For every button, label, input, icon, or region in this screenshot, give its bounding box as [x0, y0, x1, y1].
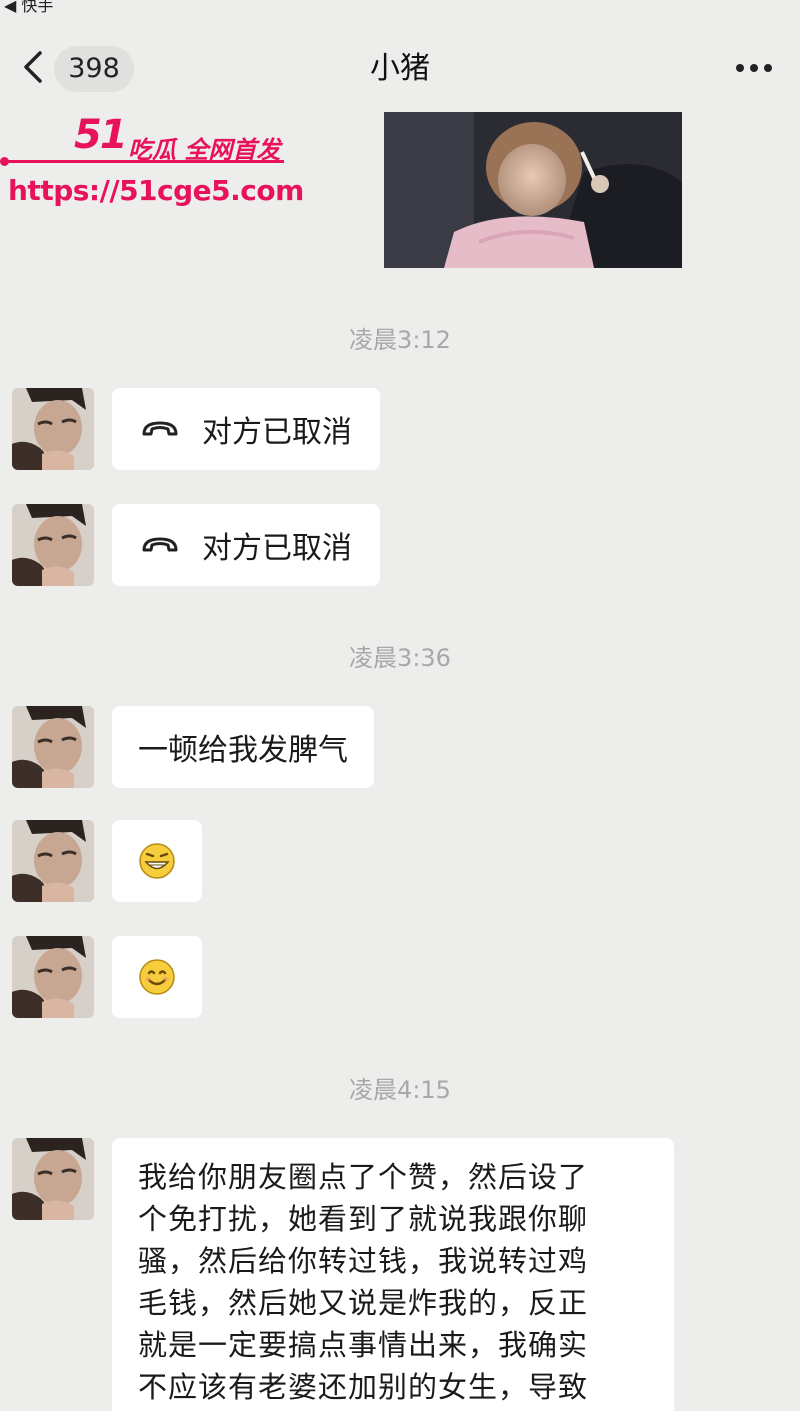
watermark-line: [4, 160, 284, 163]
message-line: 不应该有老婆还加别的女生，导致: [138, 1370, 589, 1404]
child-photo: [384, 112, 682, 268]
long-message-bubble[interactable]: 我给你朋友圈点了个赞，然后设了 个免打扰，她看到了就说我跟你聊 骚，然后给你转过…: [112, 1138, 674, 1411]
avatar[interactable]: [12, 820, 94, 902]
emoji-message-bubble[interactable]: [112, 936, 202, 1018]
avatar-photo: [12, 936, 94, 1018]
call-record-bubble[interactable]: 对方已取消: [112, 388, 380, 470]
hangup-phone-icon: [142, 421, 178, 436]
watermark-logo: 51: [74, 112, 128, 158]
watermark-url: https://51cge5.com: [8, 174, 304, 207]
message-line: 个免打扰，她看到了就说我跟你聊: [138, 1202, 589, 1236]
message-line: 我给你朋友圈点了个赞，然后设了: [138, 1160, 589, 1194]
avatar-photo: [12, 1138, 94, 1220]
message-line: 毛钱，然后她又说是炸我的，反正: [138, 1286, 589, 1320]
message-line: 骚，然后给你转过钱，我说转过鸡: [138, 1244, 589, 1278]
status-bar-text: ◀ 快手: [4, 0, 54, 15]
avatar[interactable]: [12, 706, 94, 788]
chat-header: 398 小猪: [0, 16, 800, 112]
avatar-photo: [12, 504, 94, 586]
avatar-photo: [12, 388, 94, 470]
watermark: 51 吃瓜 全网首发 https://51cge5.com: [0, 112, 304, 222]
avatar-photo: [12, 820, 94, 902]
grin-emoji-icon: [139, 843, 175, 879]
call-record-bubble[interactable]: 对方已取消: [112, 504, 380, 586]
timestamp: 凌晨3:12: [349, 326, 451, 354]
emoji-message-bubble[interactable]: [112, 820, 202, 902]
message-text: 一顿给我发脾气: [138, 733, 348, 768]
avatar[interactable]: [12, 936, 94, 1018]
chat-title: 小猪: [370, 51, 430, 86]
avatar[interactable]: [12, 1138, 94, 1220]
chevron-left-icon[interactable]: [20, 50, 46, 84]
unread-count-badge[interactable]: 398: [54, 46, 134, 92]
message-line: 就是一定要搞点事情出来，我确实: [138, 1328, 589, 1362]
timestamp: 凌晨3:36: [349, 644, 451, 672]
avatar[interactable]: [12, 504, 94, 586]
status-bar: ◀ 快手: [0, 0, 800, 16]
hangup-phone-icon: [142, 537, 178, 552]
image-message-photo[interactable]: [384, 112, 682, 268]
more-dots-icon[interactable]: [734, 62, 774, 74]
smile-emoji-icon: [139, 959, 175, 995]
call-record-text: 对方已取消: [202, 415, 352, 450]
avatar-photo: [12, 706, 94, 788]
call-record-text: 对方已取消: [202, 531, 352, 566]
avatar[interactable]: [12, 388, 94, 470]
message-bubble[interactable]: 一顿给我发脾气: [112, 706, 374, 788]
timestamp: 凌晨4:15: [349, 1076, 451, 1104]
